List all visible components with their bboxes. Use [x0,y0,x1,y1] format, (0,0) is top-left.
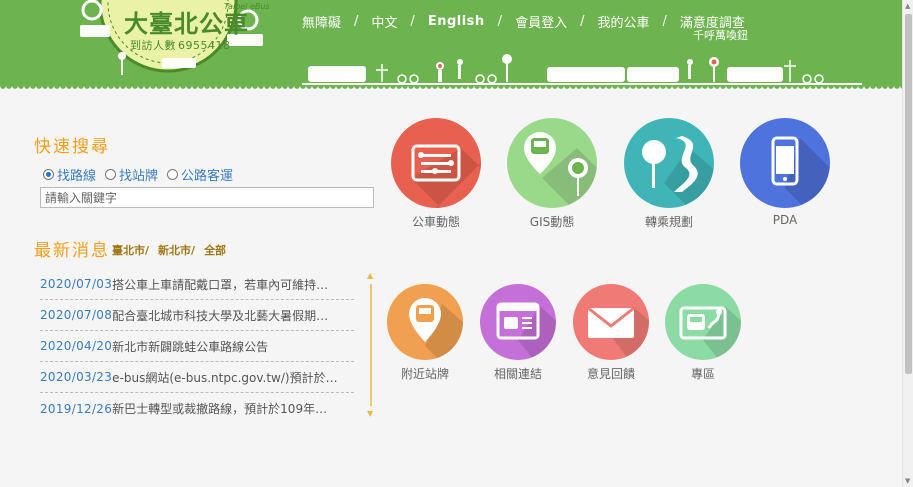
nav-member-login[interactable]: 會員登入 [515,12,567,31]
scroll-up-arrow-icon[interactable]: ▲ [367,272,373,280]
news-filter-all[interactable]: 全部 [204,242,226,258]
page-scrollbar[interactable]: ▲ ▼ [902,0,913,487]
news-scrollbar[interactable]: ▲ ▼ [367,272,374,418]
nav-english[interactable]: English [428,14,485,29]
radio-button[interactable] [167,169,179,180]
top-navigation: 無障礙 / 中文 / English / 會員登入 / 我的公車 / 滿意度調查 [302,12,745,31]
news-date: 2020/03/23 [40,370,113,384]
radio-find-stop[interactable]: 找站牌 [105,165,158,184]
nav-separator: / [580,13,585,29]
header-note[interactable]: 千呼萬喚鈕 [693,27,748,43]
service-bus-dynamics[interactable]: 公車動態 [390,118,482,230]
radio-find-route[interactable]: 找路線 [43,165,96,184]
news-filters: 臺北市/ 新北市/ 全部 [112,242,235,258]
visit-counter-number: 6955418 [178,39,231,52]
service-label: GIS動態 [529,215,575,229]
keyword-search-input[interactable] [40,187,374,208]
bus-dashboard-icon [391,118,481,208]
nav-chinese[interactable]: 中文 [371,12,397,31]
radio-label: 找站牌 [119,169,159,184]
browser-bus-icon [480,284,556,360]
news-title: 最新消息 [34,241,110,261]
scroll-down-arrow-icon[interactable]: ▼ [367,410,373,418]
quick-search-title: 快速搜尋 [34,137,110,157]
location-bus-icon [387,284,463,360]
news-item[interactable]: 2020/07/03 搭公車上車請配戴口罩，若車內可維持… [40,269,354,300]
service-transfer-planning[interactable]: 轉乘規劃 [623,118,715,230]
nav-separator: / [662,13,667,29]
bus-map-icon [665,284,741,360]
mail-envelope-icon [573,284,649,360]
news-text: e-bus網站(e-bus.ntpc.gov.tw/)預計於… [112,370,338,385]
route-road-icon [624,118,714,208]
radio-label: 公路客運 [181,169,234,184]
service-special-zone[interactable]: 專區 [664,284,742,382]
radio-label: 找路線 [57,169,97,184]
bus-stop-map-icon [507,118,597,208]
service-label: 轉乘規劃 [644,215,693,229]
nav-separator: / [497,13,503,29]
nav-separator: / [354,13,359,29]
news-item[interactable]: 2020/03/23 e-bus網站(e-bus.ntpc.gov.tw/)預計於… [40,362,354,393]
header-scalloped-edge [0,86,902,90]
news-date: 2020/07/08 [40,308,113,322]
news-text: 配合臺北城市科技大學及北藝大暑假期… [112,308,329,323]
service-label: 附近站牌 [400,367,449,381]
news-item[interactable]: 2020/07/08 配合臺北城市科技大學及北藝大暑假期… [40,300,354,331]
radio-button[interactable] [105,169,117,180]
news-item[interactable]: 2020/04/20 新北市新闢跳蛙公車路線公告 [40,331,354,362]
search-type-radios: 找路線 找站牌 公路客運 [43,165,242,184]
news-item[interactable]: 2019/12/26 新巴士轉型或裁撤路線，預計於109年… [40,393,354,424]
news-list: 2020/07/03 搭公車上車請配戴口罩，若車內可維持… 2020/07/08 配… [40,269,354,424]
news-filter-new-taipei[interactable]: 新北市/ [158,242,195,258]
nav-my-bus[interactable]: 我的公車 [597,12,649,31]
service-label: PDA [772,213,798,227]
news-filter-taipei[interactable]: 臺北市/ [112,242,149,258]
service-label: 相關連結 [493,367,542,381]
service-pda[interactable]: PDA [739,118,831,227]
service-label: 公車動態 [411,215,460,229]
radio-button[interactable] [43,169,54,180]
visit-counter: 到訪人數 6955418 [130,37,231,53]
service-label: 意見回饋 [586,367,635,381]
news-text: 搭公車上車請配戴口罩，若車內可維持… [112,277,329,292]
service-nearby-stops[interactable]: 附近站牌 [386,284,464,382]
scrollbar-thumb[interactable] [905,14,912,374]
service-label: 專區 [690,367,715,381]
news-text: 新北市新闢跳蛙公車路線公告 [112,339,269,354]
site-header: 大臺北公車 Taipei eBus 到訪人數 6955418 無障礙 / 中文 /… [0,0,902,86]
logo-subtitle: Taipei eBus [224,2,270,11]
nav-accessibility[interactable]: 無障礙 [302,12,341,31]
smartphone-icon [740,118,830,208]
news-date: 2020/04/20 [40,339,113,353]
scroll-down-arrow-icon[interactable]: ▼ [905,477,910,485]
news-date: 2019/12/26 [40,401,113,416]
radio-highway-bus[interactable]: 公路客運 [167,165,233,184]
news-date: 2020/07/03 [40,277,113,291]
service-feedback[interactable]: 意見回饋 [572,284,650,382]
nav-separator: / [410,13,415,29]
news-scroll-track[interactable] [370,284,372,406]
city-scene-illustration [302,54,862,85]
service-related-links[interactable]: 相關連結 [479,284,557,382]
scroll-up-arrow-icon[interactable]: ▲ [905,2,910,10]
news-text: 新巴士轉型或裁撤路線，預計於109年… [112,402,328,416]
visit-counter-label: 到訪人數 [130,39,176,52]
service-gis[interactable]: GIS動態 [506,118,598,230]
